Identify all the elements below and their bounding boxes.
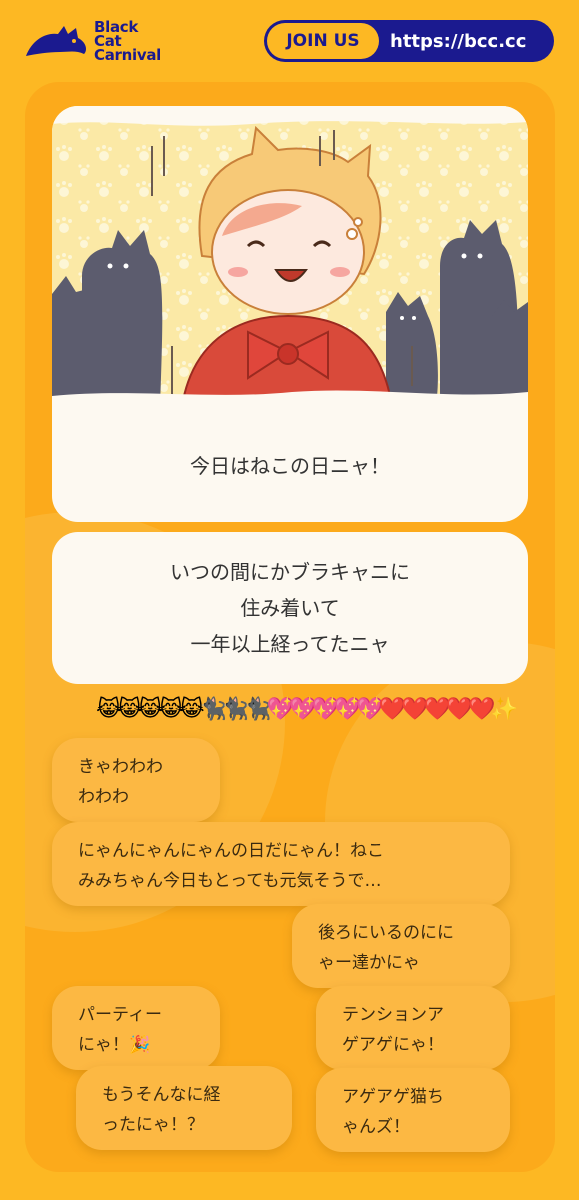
comment-text: ゃんズ！ [342, 1117, 410, 1137]
brand-line-3: Carnival [94, 46, 161, 64]
post-caption: 今日はねこの日ニャ！ [190, 453, 390, 478]
comment-text: 後ろにいるのにに [318, 923, 454, 943]
header: Black Cat Carnival JOIN US https://bcc.c… [0, 0, 579, 80]
brand-name: Black Cat Carnival [94, 20, 161, 64]
message-card: いつの間にかブラキャニに 住み着いて 一年以上経ってたニャ [52, 532, 528, 684]
comment-bubble[interactable]: 後ろにいるのにに ゃー達かにゃ [292, 904, 510, 988]
comment-bubble[interactable]: アゲアゲ猫ち ゃんズ！ [316, 1068, 510, 1152]
comment-bubble[interactable]: テンションア ゲアゲにゃ！ [316, 986, 510, 1070]
reaction-emoji-row: 😹😹😹😹😹🐈‍⬛🐈‍⬛🐈‍⬛💖💖💖💖💖❤️❤️❤️❤️❤️✨ [96, 697, 518, 722]
message-line: 住み着いて [240, 596, 340, 620]
site-url-link[interactable]: https://bcc.cc [390, 20, 526, 62]
message-line: 一年以上経ってたニャ [190, 632, 390, 656]
comment-text: パーティー [78, 1005, 162, 1025]
comment-bubble[interactable]: もうそんなに経 ったにゃ！？ [76, 1066, 292, 1150]
comment-text: わわわ [78, 787, 129, 807]
comment-bubble[interactable]: パーティー にゃ！🎉 [52, 986, 220, 1070]
join-us-button[interactable]: JOIN US [267, 23, 379, 59]
comment-text: アゲアゲ猫ち [342, 1087, 444, 1107]
comment-text: みみちゃん今日もとっても元気そうで… [78, 871, 382, 891]
comment-text: テンションア [342, 1005, 444, 1025]
comment-bubble[interactable]: にゃんにゃんにゃんの日だにゃん！ねこ みみちゃん今日もとっても元気そうで… [52, 822, 510, 906]
comment-bubble[interactable]: きゃわわわ わわわ [52, 738, 220, 822]
black-cat-logo-icon [26, 26, 86, 56]
message-line: いつの間にかブラキャニに [170, 560, 410, 584]
comment-text: にゃんにゃんにゃんの日だにゃん！ねこ [78, 841, 384, 861]
comment-text: ったにゃ！？ [102, 1115, 204, 1135]
comment-text: ゲアゲにゃ！ [342, 1035, 444, 1055]
post-card: 今日はねこの日ニャ！ [52, 106, 528, 522]
comment-text: にゃ！🎉 [78, 1035, 151, 1055]
comment-text: もうそんなに経 [102, 1085, 221, 1105]
brand-logo[interactable]: Black Cat Carnival [24, 18, 194, 64]
comment-text: ゃー達かにゃ [318, 953, 420, 973]
cat-costume-illustration-icon[interactable] [52, 106, 528, 406]
comment-text: きゃわわわ [78, 757, 163, 777]
